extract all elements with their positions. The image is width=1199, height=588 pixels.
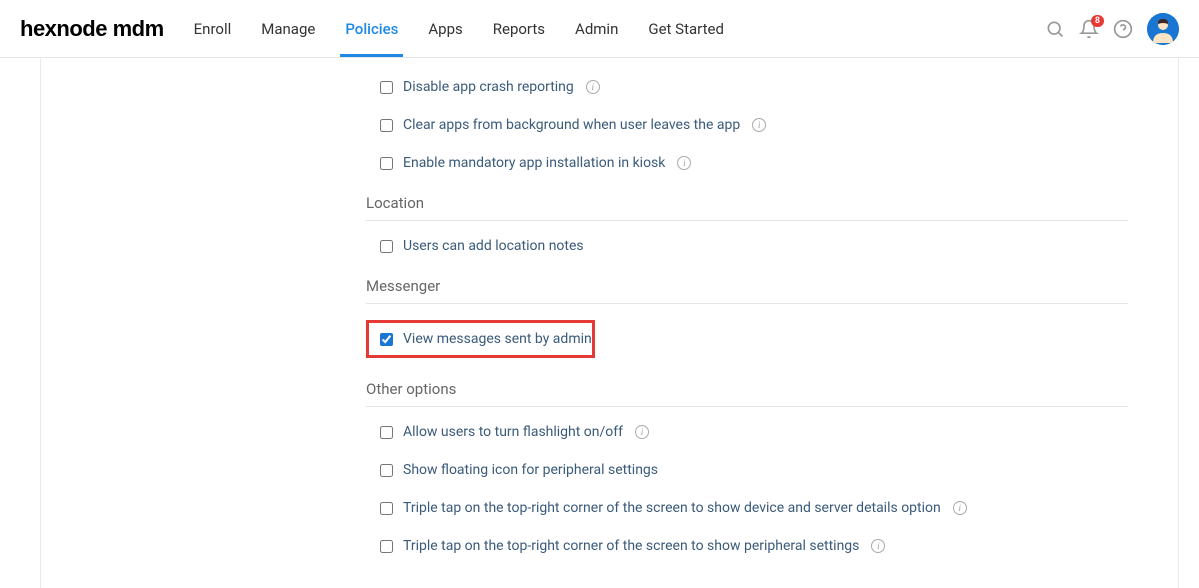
section-location: Location — [366, 182, 1128, 221]
info-icon[interactable]: i — [635, 425, 649, 439]
nav-admin[interactable]: Admin — [575, 2, 618, 56]
content-panel: Disable app crash reporting i Clear apps… — [40, 58, 1179, 588]
notification-icon[interactable]: 8 — [1079, 19, 1099, 39]
logo[interactable]: hexnode mdm — [20, 16, 164, 42]
checkbox-location-notes[interactable] — [380, 240, 393, 253]
avatar[interactable] — [1147, 13, 1179, 45]
label-triple-tap-peripheral[interactable]: Triple tap on the top-right corner of th… — [403, 538, 859, 554]
content-wrapper: Disable app crash reporting i Clear apps… — [0, 58, 1199, 588]
label-location-notes[interactable]: Users can add location notes — [403, 238, 584, 254]
section-other-options: Other options — [366, 368, 1128, 407]
checkbox-enable-mandatory[interactable] — [380, 157, 393, 170]
highlighted-row: View messages sent by admin — [366, 320, 595, 358]
main-nav: Enroll Manage Policies Apps Reports Admi… — [194, 2, 1045, 56]
nav-apps[interactable]: Apps — [428, 2, 462, 56]
nav-enroll[interactable]: Enroll — [194, 2, 232, 56]
label-triple-tap-device[interactable]: Triple tap on the top-right corner of th… — [403, 500, 941, 516]
checkbox-triple-tap-device[interactable] — [380, 502, 393, 515]
checkbox-disable-crash[interactable] — [380, 81, 393, 94]
setting-row-triple-tap-peripheral: Triple tap on the top-right corner of th… — [366, 527, 1128, 565]
checkbox-view-messages[interactable] — [380, 333, 393, 346]
settings-list: Disable app crash reporting i Clear apps… — [41, 68, 1178, 565]
label-disable-crash[interactable]: Disable app crash reporting — [403, 79, 574, 95]
nav-policies[interactable]: Policies — [345, 2, 398, 56]
top-header: hexnode mdm Enroll Manage Policies Apps … — [0, 0, 1199, 58]
label-enable-mandatory[interactable]: Enable mandatory app installation in kio… — [403, 155, 665, 171]
help-icon[interactable] — [1113, 19, 1133, 39]
setting-row-enable-mandatory: Enable mandatory app installation in kio… — [366, 144, 1128, 182]
info-icon[interactable]: i — [677, 156, 691, 170]
info-icon[interactable]: i — [871, 539, 885, 553]
info-icon[interactable]: i — [752, 118, 766, 132]
setting-row-flashlight: Allow users to turn flashlight on/off i — [366, 413, 1128, 451]
checkbox-floating-icon[interactable] — [380, 464, 393, 477]
setting-row-location-notes: Users can add location notes — [366, 227, 1128, 265]
checkbox-flashlight[interactable] — [380, 426, 393, 439]
header-right: 8 — [1045, 13, 1179, 45]
nav-get-started[interactable]: Get Started — [648, 2, 724, 56]
label-flashlight[interactable]: Allow users to turn flashlight on/off — [403, 424, 623, 440]
nav-manage[interactable]: Manage — [261, 2, 315, 56]
setting-row-disable-crash: Disable app crash reporting i — [366, 68, 1128, 106]
info-icon[interactable]: i — [953, 501, 967, 515]
setting-row-view-messages: View messages sent by admin — [380, 331, 592, 347]
setting-row-floating-icon: Show floating icon for peripheral settin… — [366, 451, 1128, 489]
nav-reports[interactable]: Reports — [493, 2, 545, 56]
info-icon[interactable]: i — [586, 80, 600, 94]
setting-row-triple-tap-device: Triple tap on the top-right corner of th… — [366, 489, 1128, 527]
notification-badge: 8 — [1091, 15, 1104, 27]
checkbox-triple-tap-peripheral[interactable] — [380, 540, 393, 553]
setting-row-clear-apps: Clear apps from background when user lea… — [366, 106, 1128, 144]
section-messenger: Messenger — [366, 265, 1128, 304]
label-view-messages[interactable]: View messages sent by admin — [403, 331, 592, 347]
label-clear-apps[interactable]: Clear apps from background when user lea… — [403, 117, 740, 133]
checkbox-clear-apps[interactable] — [380, 119, 393, 132]
search-icon[interactable] — [1045, 19, 1065, 39]
label-floating-icon[interactable]: Show floating icon for peripheral settin… — [403, 462, 658, 478]
